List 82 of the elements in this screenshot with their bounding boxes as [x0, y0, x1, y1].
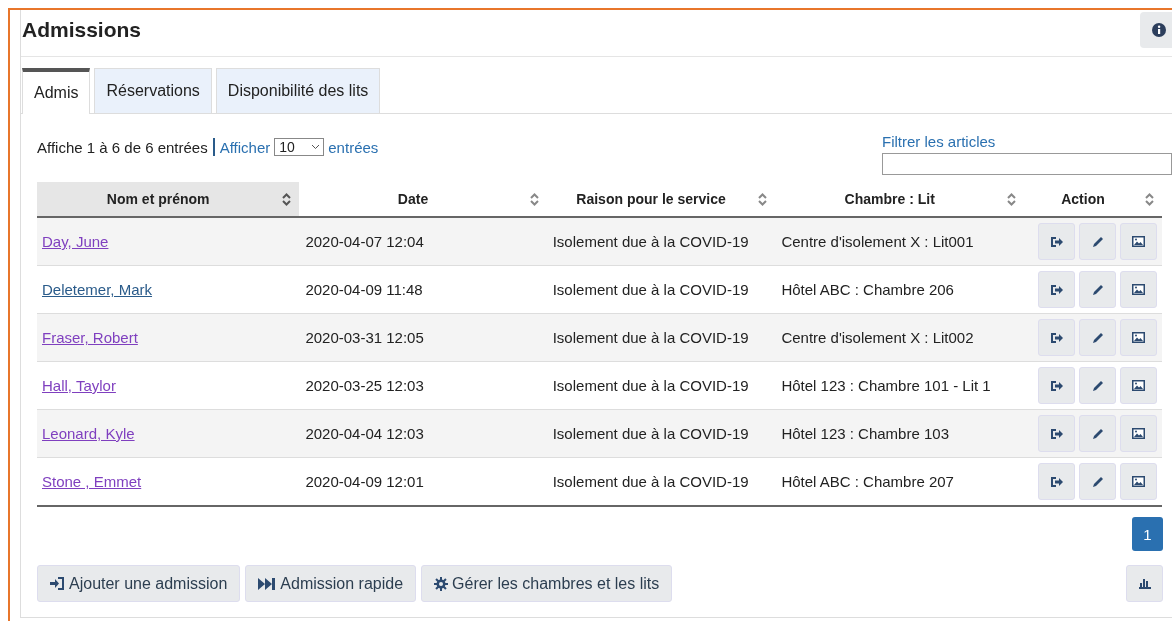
pencil-icon — [1091, 283, 1104, 296]
pencil-icon — [1091, 379, 1104, 392]
sign-out-icon — [1050, 235, 1063, 248]
table-cell: Isolement due à la COVID-19 — [546, 265, 776, 314]
sign-out-icon — [1050, 379, 1063, 392]
tab[interactable]: Admis — [22, 68, 91, 114]
page-title: Admissions — [22, 18, 142, 42]
sort-icon — [1007, 193, 1016, 206]
image-button[interactable] — [1120, 223, 1157, 260]
table-cell: Isolement due à la COVID-19 — [546, 217, 776, 266]
image-icon — [1132, 332, 1145, 343]
table-cell: 2020-03-25 12:03 — [299, 361, 547, 410]
patient-link[interactable]: Stone , Emmet — [42, 473, 142, 490]
sort-icon — [529, 193, 539, 206]
filter-field[interactable] — [882, 153, 1172, 175]
image-icon — [1132, 380, 1145, 391]
image-icon — [1132, 428, 1145, 439]
sign-in-icon — [50, 577, 65, 590]
page-size-select[interactable]: 10 — [274, 138, 325, 156]
sign-out-icon — [1050, 331, 1063, 344]
info-button[interactable] — [1140, 12, 1172, 48]
table-cell: Hôtel ABC : Chambre 207 — [775, 457, 1024, 506]
action-button[interactable]: Ajouter une admission — [37, 565, 241, 602]
sign-out-icon — [1050, 475, 1063, 488]
sign-out-icon — [1050, 283, 1063, 296]
tab[interactable]: Réservations — [94, 68, 212, 113]
table-cell: Isolement due à la COVID-19 — [546, 457, 776, 506]
table-cell: Centre d'isolement X : Lit001 — [775, 217, 1024, 266]
sort-icon — [758, 193, 768, 206]
fast-forward-icon — [258, 577, 277, 590]
entries-info: Affiche 1 à 6 de 6 entrées — [37, 138, 208, 156]
discharge-button[interactable] — [1038, 223, 1075, 260]
table-cell: Isolement due à la COVID-19 — [546, 313, 776, 362]
pencil-icon — [1091, 475, 1104, 488]
table-cell: 2020-04-09 11:48 — [299, 265, 547, 314]
patient-link[interactable]: Deletemer, Mark — [42, 281, 153, 298]
discharge-button[interactable] — [1038, 271, 1075, 308]
table-cell: 2020-03-31 12:05 — [299, 313, 547, 362]
sort-icon — [282, 193, 292, 206]
table-cell: Isolement due à la COVID-19 — [546, 361, 776, 410]
image-icon — [1132, 236, 1145, 247]
info-icon — [1152, 23, 1166, 37]
table-cell: 2020-04-07 12:04 — [299, 217, 547, 266]
pencil-icon — [1091, 427, 1104, 440]
chart-button[interactable] — [1126, 565, 1163, 602]
patient-link[interactable]: Hall, Taylor — [42, 377, 116, 394]
table-cell: 2020-04-04 12:03 — [299, 409, 547, 458]
image-icon — [1132, 476, 1145, 487]
pencil-icon — [1091, 331, 1104, 344]
image-button[interactable] — [1120, 463, 1157, 500]
tab[interactable]: Disponibilité des lits — [215, 68, 381, 113]
bar-chart-icon — [1138, 578, 1151, 589]
table-cell: Isolement due à la COVID-19 — [546, 409, 776, 458]
discharge-button[interactable] — [1038, 463, 1075, 500]
action-button[interactable]: Gérer les chambres et les lits — [421, 565, 673, 602]
image-button[interactable] — [1120, 415, 1157, 452]
image-button[interactable] — [1120, 367, 1157, 404]
sort-icon — [1145, 193, 1154, 206]
sign-out-icon — [1050, 427, 1063, 440]
table-cell: Hôtel 123 : Chambre 101 - Lit 1 — [775, 361, 1024, 410]
image-button[interactable] — [1120, 271, 1157, 308]
show-label: Afficher — [219, 138, 271, 156]
action-button[interactable]: Admission rapide — [245, 565, 417, 602]
patient-link[interactable]: Day, June — [42, 233, 109, 250]
discharge-button[interactable] — [1038, 319, 1075, 356]
page-button[interactable]: 1 — [1132, 517, 1163, 551]
discharge-button[interactable] — [1038, 367, 1075, 404]
image-icon — [1132, 284, 1145, 295]
entries-label: entrées — [328, 138, 379, 156]
table-cell: Centre d'isolement X : Lit002 — [775, 313, 1024, 362]
image-button[interactable] — [1120, 319, 1157, 356]
filter-label: Filtrer les articles — [882, 133, 996, 150]
table-cell: Hôtel 123 : Chambre 103 — [775, 409, 1024, 458]
chevron-down-icon — [311, 144, 321, 150]
gear-icon — [434, 576, 449, 591]
column-header[interactable]: Nom et prénom — [37, 182, 300, 217]
table-cell: Hôtel ABC : Chambre 206 — [775, 265, 1024, 314]
patient-link[interactable]: Fraser, Robert — [42, 329, 138, 346]
discharge-button[interactable] — [1038, 415, 1075, 452]
pencil-icon — [1091, 235, 1104, 248]
table-cell: 2020-04-09 12:01 — [299, 457, 547, 506]
patient-link[interactable]: Leonard, Kyle — [42, 425, 135, 442]
